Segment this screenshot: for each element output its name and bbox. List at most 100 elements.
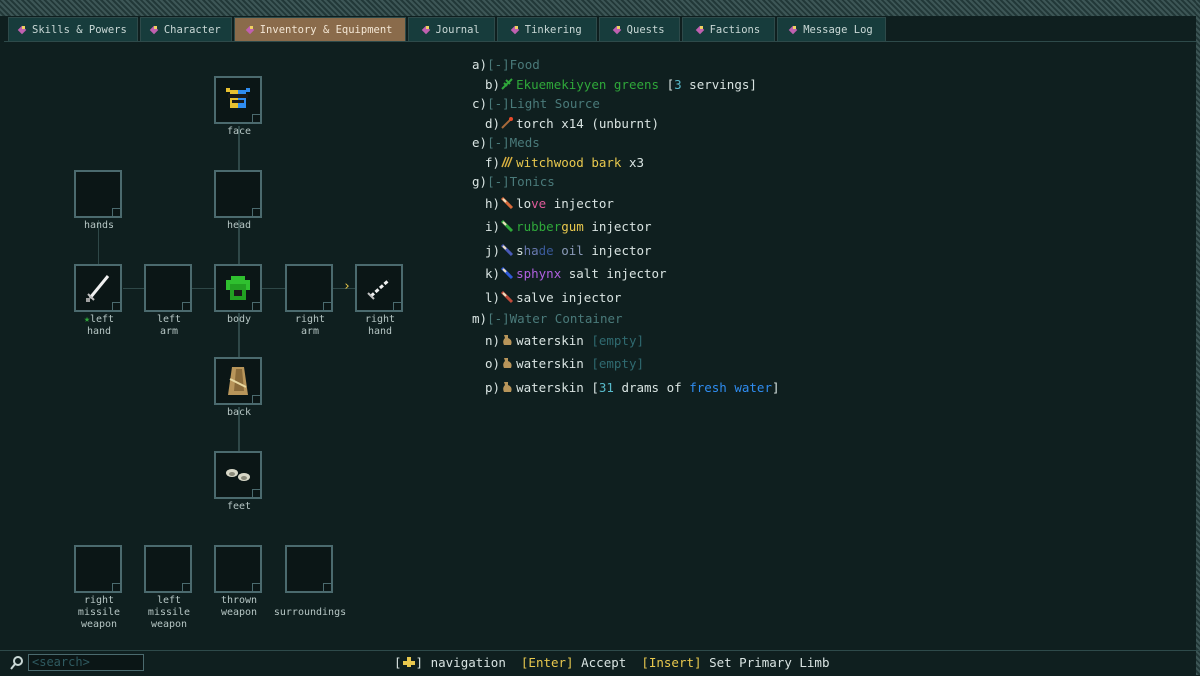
right-missile-weapon-label: right missile weapon — [59, 595, 139, 631]
label-line: right — [83, 595, 115, 606]
bracket: ] — [771, 379, 780, 395]
tab-quests[interactable]: Quests — [598, 17, 680, 41]
tab-gem-icon — [151, 25, 159, 34]
item-torch[interactable]: d) torch x14 (unburnt) — [472, 114, 780, 134]
head-slot[interactable] — [214, 170, 262, 218]
left-arm-label-1: left — [156, 314, 182, 325]
tab-gem-icon — [614, 25, 622, 34]
body-label: body — [226, 314, 252, 325]
thrown-weapon-slot[interactable] — [214, 545, 262, 593]
item-ekuemekiyyen-greens[interactable]: b) Ekuemekiyyen greens [3 servings] — [472, 75, 780, 95]
head-label: head — [226, 220, 252, 231]
waterskin-icon — [503, 381, 512, 392]
search-icon[interactable] — [9, 655, 25, 671]
item-name-part: sphynx — [516, 266, 562, 281]
category-meds[interactable]: e)[-]Meds — [472, 133, 780, 153]
nav-label: navigation — [423, 655, 521, 670]
nav-bracket: ] — [415, 655, 424, 670]
feet-label: feet — [226, 501, 252, 512]
tab-gem-icon — [697, 25, 705, 34]
item-waterskin[interactable]: o) waterskin [empty] — [472, 352, 780, 376]
footer-bar: <search> [] navigation [Enter] Accept [I… — [0, 650, 1200, 676]
label-line: thrown — [220, 595, 258, 606]
item-waterskin[interactable]: n) waterskin [empty] — [472, 329, 780, 353]
tab-label: Factions — [709, 23, 761, 36]
item-waterskin-fresh[interactable]: p) waterskin [31 drams of fresh water] — [472, 376, 780, 400]
item-love-injector[interactable]: h) love injector — [472, 192, 780, 216]
label-line: weapon — [220, 607, 258, 618]
tab-tinkering[interactable]: Tinkering — [496, 17, 597, 41]
hands-label: hands — [83, 220, 115, 231]
right-arm-slot[interactable] — [285, 264, 333, 312]
right-hand-label: right hand — [340, 314, 420, 338]
category-name: Meds — [509, 135, 540, 150]
row-key: p) — [485, 379, 501, 395]
item-witchwood-bark[interactable]: f) witchwood bark x3 — [472, 153, 780, 173]
left-hand-slot[interactable] — [74, 264, 122, 312]
item-liquid: fresh water — [689, 379, 772, 395]
face-label: face — [226, 126, 252, 137]
injector-icon — [501, 266, 514, 280]
item-extra-open: [ — [666, 76, 675, 92]
category-tonics[interactable]: g)[-]Tonics — [472, 172, 780, 192]
category-food[interactable]: a)[-]Food — [472, 55, 780, 75]
body-slot[interactable] — [214, 264, 262, 312]
item-name-rest: salt injector — [561, 266, 667, 281]
tab-message-log[interactable]: Message Log — [777, 17, 886, 41]
row-key: a) — [472, 57, 488, 72]
left-hand-label-1: left — [89, 314, 115, 325]
category-water-container[interactable]: m)[-]Water Container — [472, 309, 780, 329]
back-slot[interactable] — [214, 357, 262, 405]
tab-label: Skills & Powers — [32, 23, 127, 36]
tab-journal[interactable]: Journal — [407, 17, 495, 41]
category-light-source[interactable]: c)[-]Light Source — [472, 94, 780, 114]
right-hand-slot[interactable] — [355, 264, 403, 312]
row-key: j) — [485, 242, 501, 258]
item-shade-oil-injector[interactable]: j) shade oil injector — [472, 239, 780, 263]
face-slot[interactable] — [214, 76, 262, 124]
torch-icon — [501, 116, 514, 129]
item-name-rest: injector — [583, 219, 652, 234]
tab-inventory-equipment[interactable]: Inventory & Equipment — [233, 17, 406, 41]
tab-skills-powers[interactable]: Skills & Powers — [8, 17, 138, 41]
row-key: k) — [485, 266, 501, 281]
slot-corner — [393, 302, 401, 310]
back-label: back — [226, 407, 252, 418]
enter-key[interactable]: [Enter] — [521, 655, 574, 670]
item-state: empty — [598, 332, 637, 348]
bracket: ] — [636, 332, 645, 348]
tab-factions[interactable]: Factions — [681, 17, 776, 41]
right-missile-weapon-slot[interactable] — [74, 545, 122, 593]
item-name-rest: injector — [546, 195, 614, 211]
enter-label: Accept — [573, 655, 642, 670]
search-input[interactable]: <search> — [28, 654, 144, 671]
left-arm-slot[interactable] — [144, 264, 192, 312]
feet-slot[interactable] — [214, 451, 262, 499]
item-name-part: ha — [523, 242, 539, 258]
right-arm-label: right arm — [270, 314, 350, 338]
tab-label: Inventory & Equipment — [259, 23, 393, 36]
item-qty: x3 — [621, 154, 644, 170]
bracket: [ — [591, 332, 599, 348]
tab-character[interactable]: Character — [139, 17, 232, 41]
tab-gem-icon — [790, 25, 798, 34]
hands-slot[interactable] — [74, 170, 122, 218]
bark-icon — [501, 156, 513, 167]
slot-corner — [323, 583, 331, 591]
left-missile-weapon-slot[interactable] — [144, 545, 192, 593]
row-key: b) — [485, 76, 501, 92]
item-sphynx-salt-injector[interactable]: k) sphynx salt injector — [472, 262, 780, 286]
surroundings-slot[interactable] — [285, 545, 333, 593]
insert-key[interactable]: [Insert] — [641, 655, 701, 670]
injector-icon — [501, 290, 514, 303]
left-arm-label-2: arm — [159, 326, 179, 337]
label-line: missile — [77, 607, 121, 618]
item-rubbergum-injector[interactable]: i) rubbergum injector — [472, 215, 780, 239]
item-state: empty — [598, 356, 637, 371]
label-line: missile — [147, 607, 191, 618]
item-salve-injector[interactable]: l) salve injector — [472, 286, 780, 310]
slot-corner — [252, 395, 260, 403]
right-arm-label-1: right — [294, 314, 326, 325]
item-count: 3 — [674, 76, 682, 92]
left-missile-weapon-label: left missile weapon — [129, 595, 209, 631]
